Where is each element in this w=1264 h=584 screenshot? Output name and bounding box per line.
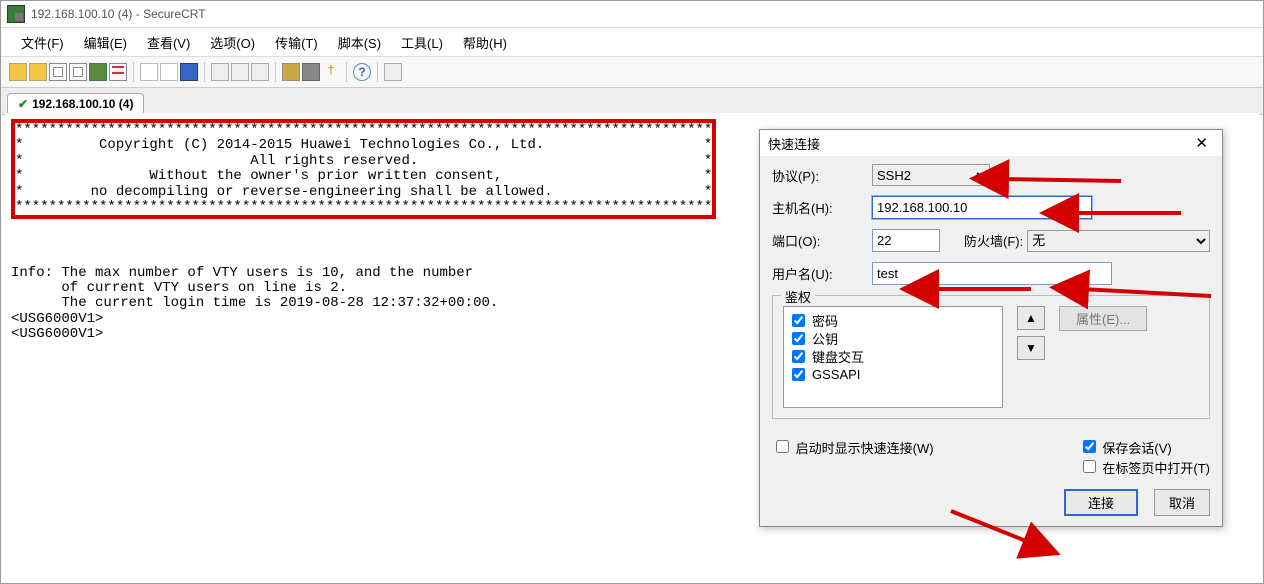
host-label: 主机名(H):	[772, 198, 872, 217]
key-icon[interactable]: †	[322, 63, 340, 81]
save-session-label[interactable]: 保存会话(V)	[1079, 441, 1172, 456]
menu-tools[interactable]: 工具(L)	[391, 30, 453, 55]
menu-view[interactable]: 查看(V)	[137, 30, 200, 55]
properties-button[interactable]: 属性(E)...	[1059, 306, 1147, 331]
toolbar-icon[interactable]	[384, 63, 402, 81]
startup-check-label[interactable]: 启动时显示快速连接(W)	[772, 437, 934, 477]
toolbar-icon[interactable]	[160, 63, 178, 81]
titlebar: 192.168.100.10 (4) - SecureCRT	[1, 1, 1263, 28]
toolbar-icon[interactable]	[109, 63, 127, 81]
toolbar-icon[interactable]	[69, 63, 87, 81]
menu-edit[interactable]: 编辑(E)	[74, 30, 137, 55]
dialog-titlebar: 快速连接 ✕	[760, 130, 1222, 156]
toolbar-icon[interactable]	[231, 63, 249, 81]
menu-script[interactable]: 脚本(S)	[328, 30, 391, 55]
auth-list[interactable]: 密码 公钥 键盘交互 GSSAPI	[783, 306, 1003, 408]
open-tab-check[interactable]	[1083, 460, 1096, 473]
find-icon[interactable]	[180, 63, 198, 81]
toolbar-icon[interactable]	[89, 63, 107, 81]
port-label: 端口(O):	[772, 231, 872, 250]
firewall-select[interactable]: 无	[1027, 230, 1210, 252]
move-down-button[interactable]: ▼	[1017, 336, 1045, 360]
dialog-title: 快速连接	[768, 134, 820, 153]
toolbar-icon[interactable]	[282, 63, 300, 81]
protocol-select[interactable]: SSH2	[872, 164, 990, 186]
toolbar-icon[interactable]	[211, 63, 229, 81]
save-session-check[interactable]	[1083, 440, 1096, 453]
toolbar-icon[interactable]	[9, 63, 27, 81]
username-input[interactable]	[872, 262, 1112, 285]
move-up-button[interactable]: ▲	[1017, 306, 1045, 330]
tabstrip: ✔ 192.168.100.10 (4)	[1, 88, 1263, 115]
open-tab-label[interactable]: 在标签页中打开(T)	[1079, 461, 1210, 476]
username-label: 用户名(U):	[772, 264, 872, 283]
auth-password-check[interactable]	[792, 314, 805, 327]
auth-kbd-check[interactable]	[792, 350, 805, 363]
startup-check[interactable]	[776, 440, 789, 453]
menu-file[interactable]: 文件(F)	[11, 30, 74, 55]
port-input[interactable]	[872, 229, 940, 252]
firewall-label: 防火墙(F):	[964, 231, 1023, 250]
window-title: 192.168.100.10 (4) - SecureCRT	[31, 7, 206, 21]
app-window: 192.168.100.10 (4) - SecureCRT 文件(F) 编辑(…	[0, 0, 1264, 584]
cancel-button[interactable]: 取消	[1154, 489, 1210, 516]
auth-legend: 鉴权	[781, 287, 815, 306]
session-tab[interactable]: ✔ 192.168.100.10 (4)	[7, 93, 144, 114]
settings-icon[interactable]	[302, 63, 320, 81]
banner-highlight: ****************************************…	[11, 119, 716, 219]
toolbar-icon[interactable]	[251, 63, 269, 81]
menu-transfer[interactable]: 传输(T)	[265, 30, 328, 55]
hostname-input[interactable]	[872, 196, 1092, 219]
connect-button[interactable]: 连接	[1064, 489, 1138, 516]
auth-publickey-check[interactable]	[792, 332, 805, 345]
menubar: 文件(F) 编辑(E) 查看(V) 选项(O) 传输(T) 脚本(S) 工具(L…	[1, 28, 1263, 56]
menu-options[interactable]: 选项(O)	[200, 30, 265, 55]
auth-gssapi-check[interactable]	[792, 368, 805, 381]
quick-connect-dialog: 快速连接 ✕ 协议(P): SSH2 主机名(H): 端口(O): 防火墙(F)…	[759, 129, 1223, 527]
menu-help[interactable]: 帮助(H)	[453, 30, 517, 55]
tab-label: 192.168.100.10 (4)	[32, 97, 133, 111]
auth-group: 鉴权 密码 公钥 键盘交互 GSSAPI ▲ ▼ 属性(E)...	[772, 295, 1210, 419]
toolbar-icon[interactable]	[140, 63, 158, 81]
help-icon[interactable]: ?	[353, 63, 371, 81]
toolbar: † ?	[1, 56, 1263, 88]
check-icon: ✔	[18, 97, 28, 111]
protocol-label: 协议(P):	[772, 166, 872, 185]
close-icon[interactable]: ✕	[1189, 134, 1214, 152]
toolbar-icon[interactable]	[29, 63, 47, 81]
app-icon	[7, 5, 25, 23]
